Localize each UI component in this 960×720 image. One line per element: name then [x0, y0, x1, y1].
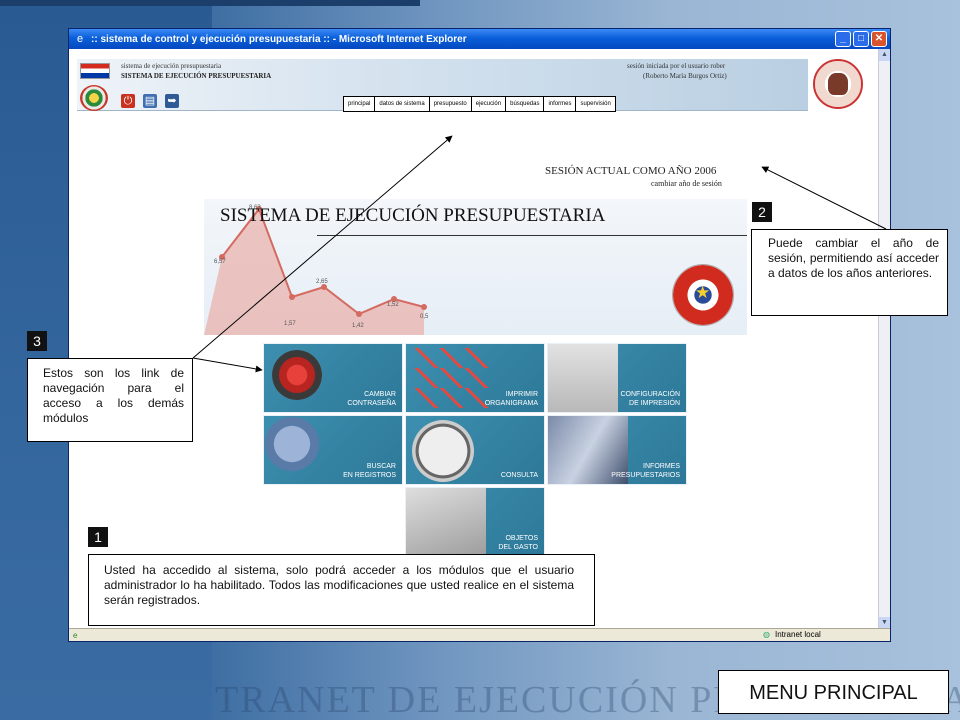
callout-arrows [192, 135, 887, 373]
arrow-to-change-year [761, 166, 887, 230]
menu-principal-label: MENU PRINCIPAL [718, 670, 949, 714]
arrow-to-navbar [192, 135, 453, 359]
arrow-to-modules [192, 357, 263, 373]
